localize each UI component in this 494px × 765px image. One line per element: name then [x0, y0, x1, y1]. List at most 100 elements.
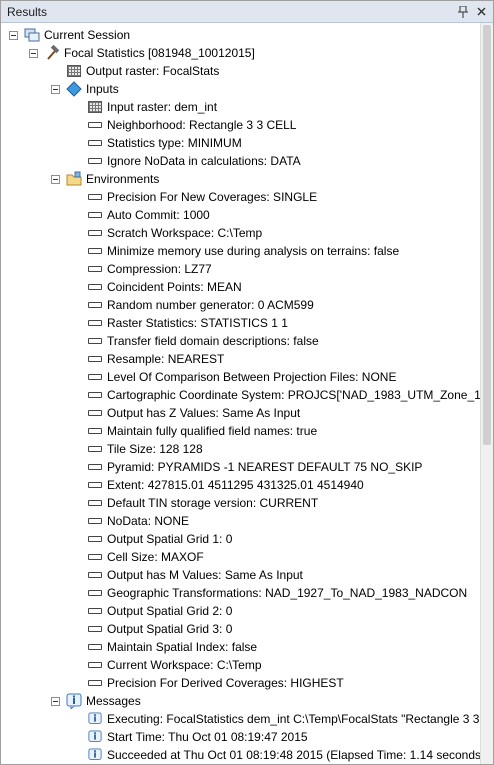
output-raster-label: Output raster: FocalStats: [86, 64, 220, 78]
collapse-icon[interactable]: [9, 30, 18, 40]
tool-node[interactable]: Focal Statistics [081948_10012015]: [29, 44, 255, 62]
environment-item-label: Tile Size: 128 128: [107, 442, 203, 456]
environment-item[interactable]: Maintain fully qualified field names: tr…: [87, 422, 317, 440]
environment-item[interactable]: Pyramid: PYRAMIDS -1 NEAREST DEFAULT 75 …: [87, 458, 422, 476]
raster-icon: [87, 99, 103, 115]
environment-item[interactable]: Cell Size: MAXOF: [87, 548, 204, 566]
environment-item-label: Maintain Spatial Index: false: [107, 640, 258, 654]
info-icon: [87, 711, 103, 727]
close-icon[interactable]: [475, 6, 487, 18]
environment-item[interactable]: Current Workspace: C:\Temp: [87, 656, 262, 674]
environment-item-label: Random number generator: 0 ACM599: [107, 298, 314, 312]
parameter-icon: [87, 261, 103, 277]
environment-item[interactable]: Output Spatial Grid 1: 0: [87, 530, 232, 548]
environment-item[interactable]: Precision For Derived Coverages: HIGHEST: [87, 674, 344, 692]
parameter-icon: [87, 441, 103, 457]
parameter-icon: [87, 639, 103, 655]
environment-item-label: Extent: 427815.01 4511295 431325.01 4514…: [107, 478, 364, 492]
environment-item-label: Scratch Workspace: C:\Temp: [107, 226, 263, 240]
parameter-icon: [87, 315, 103, 331]
environments-node[interactable]: Environments: [51, 170, 159, 188]
environment-item[interactable]: Minimize memory use during analysis on t…: [87, 242, 399, 260]
environment-item-label: Cartographic Coordinate System: PROJCS['…: [107, 388, 481, 402]
environment-item-label: Minimize memory use during analysis on t…: [107, 244, 400, 258]
environment-item[interactable]: Scratch Workspace: C:\Temp: [87, 224, 262, 242]
environment-item-label: Coincident Points: MEAN: [107, 280, 242, 294]
environment-item[interactable]: Output Spatial Grid 2: 0: [87, 602, 232, 620]
parameter-icon: [87, 567, 103, 583]
environment-item-label: Compression: LZ77: [107, 262, 212, 276]
parameter-icon: [87, 585, 103, 601]
inputs-node[interactable]: Inputs: [51, 80, 119, 98]
input-item[interactable]: Input raster: dem_int: [87, 98, 217, 116]
results-tree: Current Session Focal Statistics [081948…: [1, 23, 481, 764]
environment-item[interactable]: Output has Z Values: Same As Input: [87, 404, 300, 422]
input-item[interactable]: Ignore NoData in calculations: DATA: [87, 152, 301, 170]
parameter-icon: [87, 549, 103, 565]
parameter-icon: [87, 117, 103, 133]
environment-item[interactable]: Resample: NEAREST: [87, 350, 224, 368]
title-bar: Results: [1, 1, 493, 23]
collapse-icon[interactable]: [51, 84, 60, 94]
environment-item[interactable]: Transfer field domain descriptions: fals…: [87, 332, 319, 350]
environment-item[interactable]: Output Spatial Grid 3: 0: [87, 620, 232, 638]
environment-item[interactable]: Cartographic Coordinate System: PROJCS['…: [87, 386, 481, 404]
environment-item[interactable]: Maintain Spatial Index: false: [87, 638, 257, 656]
parameter-icon: [87, 153, 103, 169]
parameter-icon: [87, 531, 103, 547]
parameter-icon: [87, 243, 103, 259]
environment-item[interactable]: Precision For New Coverages: SINGLE: [87, 188, 317, 206]
environment-item[interactable]: NoData: NONE: [87, 512, 189, 530]
session-icon: [24, 27, 40, 43]
environment-item[interactable]: Random number generator: 0 ACM599: [87, 296, 314, 314]
environment-item[interactable]: Auto Commit: 1000: [87, 206, 210, 224]
scrollbar-thumb[interactable]: [483, 25, 491, 445]
vertical-scrollbar[interactable]: [480, 23, 493, 764]
message-item[interactable]: Succeeded at Thu Oct 01 08:19:48 2015 (E…: [87, 746, 481, 764]
session-label: Current Session: [44, 28, 131, 42]
environment-item-label: Maintain fully qualified field names: tr…: [107, 424, 318, 438]
environment-item[interactable]: Coincident Points: MEAN: [87, 278, 242, 296]
environment-item[interactable]: Geographic Transformations: NAD_1927_To_…: [87, 584, 467, 602]
output-raster-item[interactable]: Output raster: FocalStats: [66, 62, 219, 80]
environment-item[interactable]: Level Of Comparison Between Projection F…: [87, 368, 396, 386]
message-item[interactable]: Start Time: Thu Oct 01 08:19:47 2015: [87, 728, 308, 746]
parameter-icon: [87, 387, 103, 403]
environment-item[interactable]: Default TIN storage version: CURRENT: [87, 494, 318, 512]
parameter-icon: [87, 423, 103, 439]
environment-item[interactable]: Compression: LZ77: [87, 260, 212, 278]
parameter-icon: [87, 351, 103, 367]
parameter-icon: [87, 477, 103, 493]
environment-item[interactable]: Output has M Values: Same As Input: [87, 566, 303, 584]
collapse-icon[interactable]: [51, 696, 60, 706]
environment-item-label: Default TIN storage version: CURRENT: [107, 496, 319, 510]
environment-item-label: Cell Size: MAXOF: [107, 550, 204, 564]
message-item[interactable]: Executing: FocalStatistics dem_int C:\Te…: [87, 710, 481, 728]
collapse-icon[interactable]: [29, 48, 38, 58]
environment-item-label: Level Of Comparison Between Projection F…: [107, 370, 397, 384]
environment-item[interactable]: Extent: 427815.01 4511295 431325.01 4514…: [87, 476, 364, 494]
environment-item-label: Pyramid: PYRAMIDS -1 NEAREST DEFAULT 75 …: [107, 460, 423, 474]
input-item-label: Statistics type: MINIMUM: [107, 136, 242, 150]
raster-icon: [66, 63, 82, 79]
input-item[interactable]: Neighborhood: Rectangle 3 3 CELL: [87, 116, 296, 134]
environment-item-label: Current Workspace: C:\Temp: [107, 658, 262, 672]
messages-node[interactable]: Messages: [51, 692, 141, 710]
hammer-icon: [44, 45, 60, 61]
tool-label: Focal Statistics [081948_10012015]: [64, 46, 255, 60]
info-icon: [66, 693, 82, 709]
parameter-icon: [87, 657, 103, 673]
pin-icon[interactable]: [457, 5, 469, 18]
environment-item-label: Output Spatial Grid 3: 0: [107, 622, 233, 636]
session-node[interactable]: Current Session: [9, 26, 130, 44]
diamond-icon: [66, 81, 82, 97]
input-item[interactable]: Statistics type: MINIMUM: [87, 134, 242, 152]
parameter-icon: [87, 225, 103, 241]
collapse-icon[interactable]: [51, 174, 60, 184]
environment-item-label: Precision For Derived Coverages: HIGHEST: [107, 676, 344, 690]
environment-item-label: Geographic Transformations: NAD_1927_To_…: [107, 586, 468, 600]
environment-item[interactable]: Raster Statistics: STATISTICS 1 1: [87, 314, 288, 332]
environments-label: Environments: [86, 172, 160, 186]
environment-item[interactable]: Tile Size: 128 128: [87, 440, 203, 458]
messages-label: Messages: [86, 694, 141, 708]
